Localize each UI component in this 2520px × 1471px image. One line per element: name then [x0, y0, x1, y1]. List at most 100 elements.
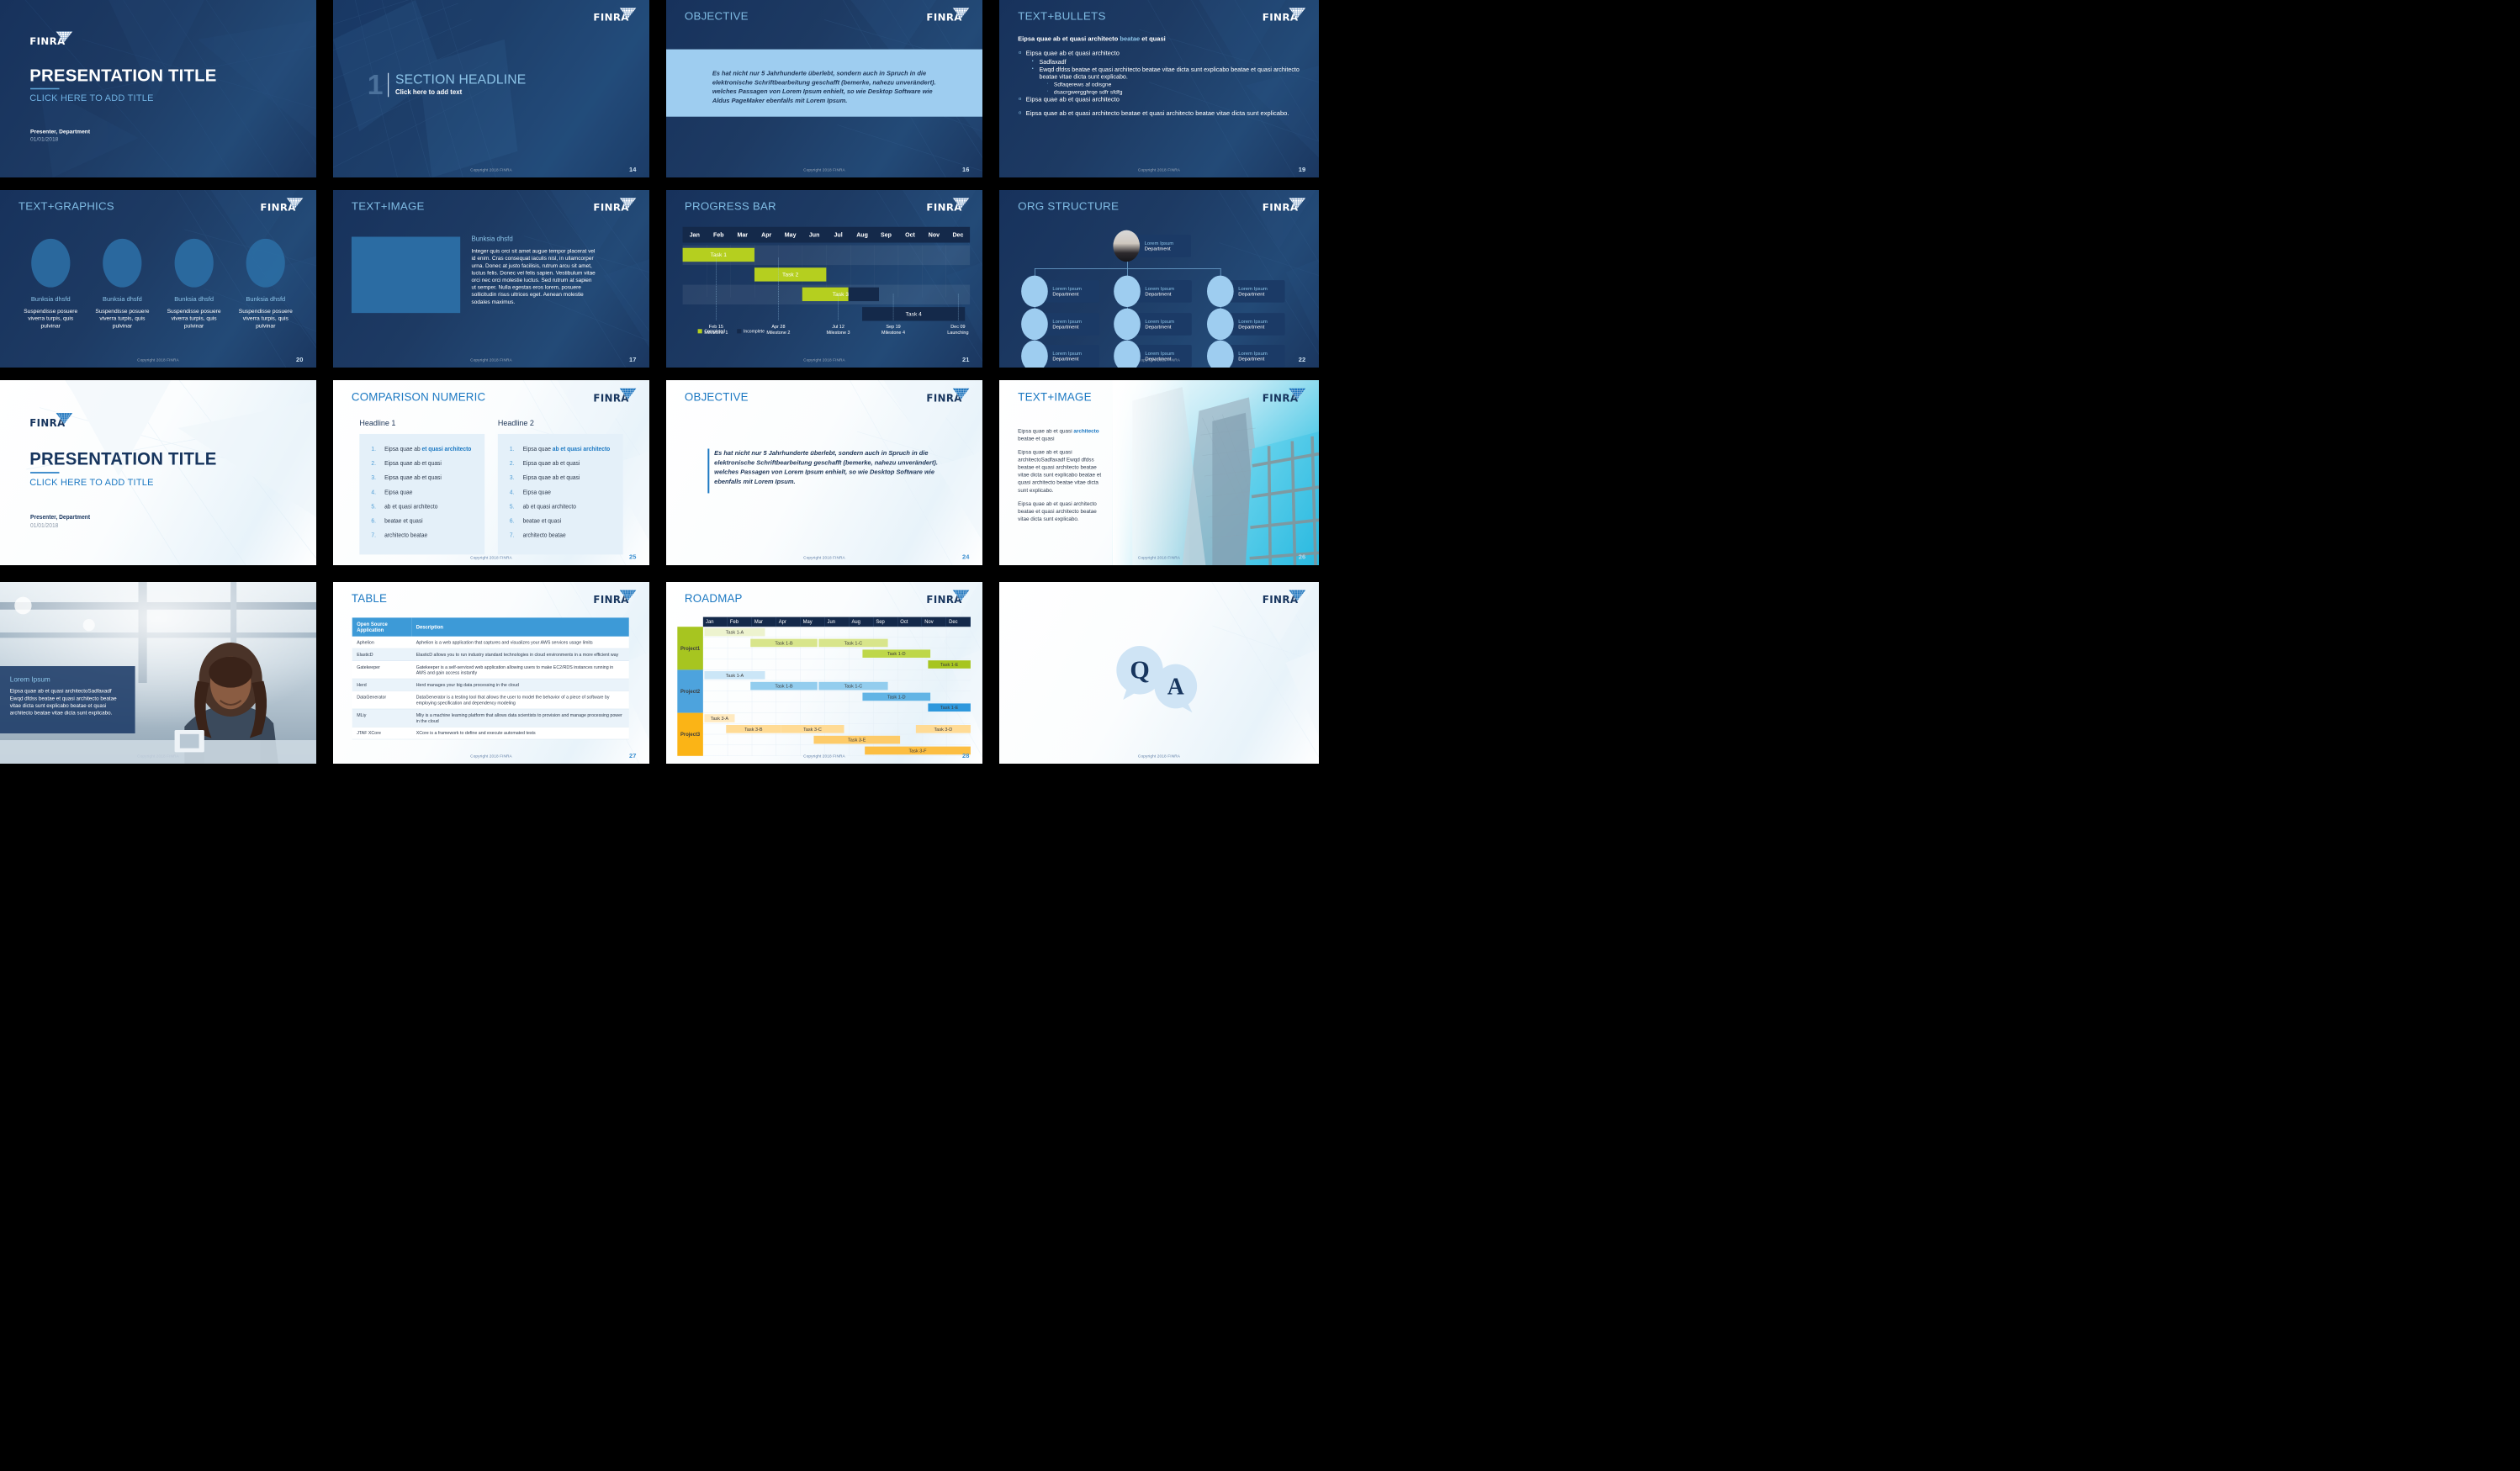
- slide-thumb-section-headline[interactable]: FINRA 1 SECTION HEADLINE Click here to a…: [333, 0, 649, 177]
- slide-thumb-text-image-light[interactable]: FINRA TEXT+IMAGE Eipsa quae ab et quasi …: [999, 380, 1319, 565]
- slide-thumb-photo-caption[interactable]: Lorem Ipsum Eipsa quae ab et quasi archi…: [0, 582, 316, 764]
- column-heading: Headline 1: [359, 418, 396, 428]
- avatar: [1021, 275, 1048, 308]
- roadmap-bar[interactable]: Task 1-C: [818, 638, 888, 648]
- roadmap-bar[interactable]: Task 3-C: [781, 725, 844, 733]
- column-heading: Headline 2: [497, 418, 534, 428]
- roadmap-bar[interactable]: Task 1-B: [750, 638, 818, 648]
- slide-footer: Copyright 2018 FINRA: [470, 357, 512, 362]
- slide-thumb-title-light[interactable]: FINRA PRESENTATION TITLE CLICK HERE TO A…: [0, 380, 316, 565]
- org-card: Lorem Ipsum Department: [1229, 313, 1285, 336]
- item-text: Eipsa quae ab: [384, 445, 422, 452]
- date-label: 01/01/2018: [30, 135, 59, 143]
- milestone-date: Apr 28: [771, 324, 786, 330]
- presenter-label: Presenter, Department: [30, 128, 91, 135]
- table-cell: Herd manages your big data processing in…: [411, 679, 629, 691]
- slide-thumb-objective-light[interactable]: FINRA OBJECTIVE Es hat nicht nur 5 Jahrh…: [666, 380, 982, 565]
- roadmap-bar[interactable]: Task 1-E: [928, 660, 971, 669]
- slide-thumb-progress-bar[interactable]: FINRA PROGRESS BAR Jan Feb Mar Apr May Jun Jul…: [666, 190, 982, 368]
- page-number: 26: [1298, 553, 1306, 561]
- table-cell: Mliy is a machine learning platform that…: [411, 708, 629, 728]
- org-node[interactable]: Lorem Ipsum Department: [1021, 275, 1099, 308]
- slide-thumb-roadmap[interactable]: FINRA ROADMAP Jan Feb Mar Apr May Jun Aug Sep Oc…: [666, 582, 982, 764]
- slide-thumb-text-bullets[interactable]: FINRA TEXT+BULLETS Eipsa quae ab et quas…: [999, 0, 1319, 177]
- bullet-item: Sadfaxadf: [1018, 58, 1300, 66]
- milestone-label: Launching: [947, 330, 969, 336]
- gantt-bar[interactable]: Task 1: [682, 247, 754, 262]
- roadmap-bar[interactable]: Task 1-B: [750, 681, 818, 691]
- roadmap-bar[interactable]: Task 1-D: [862, 692, 931, 701]
- quote-rule: [707, 448, 710, 494]
- date-label: 01/01/2018: [30, 521, 59, 529]
- org-card: Lorem Ipsum Department: [1229, 345, 1285, 368]
- org-node-name: Lorem Ipsum: [1052, 350, 1082, 357]
- legend-incomplete: Incomplete: [737, 329, 765, 334]
- roadmap-bar[interactable]: Task 1-A: [704, 627, 765, 637]
- org-node[interactable]: Lorem Ipsum Department: [1207, 340, 1285, 368]
- image-placeholder[interactable]: [351, 236, 461, 314]
- column-body: Suspendisse posuere viverra turpis, quis…: [238, 308, 293, 330]
- table-row: MLiy Mliy is a machine learning platform …: [352, 708, 629, 728]
- subtitle: CLICK HERE TO ADD TITLE: [29, 476, 154, 488]
- slide-thumb-table[interactable]: FINRA TABLE Open Source Application Descr…: [333, 582, 649, 764]
- roadmap-bar[interactable]: Task 3-D: [915, 725, 971, 733]
- roadmap-gantt-chart: Jan Feb Mar Apr May Jun Aug Sep Oct Nov Dec Project…: [677, 616, 971, 756]
- org-node[interactable]: Lorem Ipsum Department: [1114, 275, 1192, 308]
- org-node[interactable]: Lorem Ipsum Department: [1207, 275, 1285, 308]
- roadmap-bar[interactable]: Task 1-E: [928, 703, 971, 712]
- page-number: 24: [962, 553, 970, 561]
- slide-thumb-text-graphics[interactable]: FINRA TEXT+GRAPHICS Bunksia dhsfd Suspen…: [0, 190, 316, 368]
- org-node[interactable]: Lorem Ipsum Department: [1021, 308, 1099, 341]
- p1-highlight: architecto: [1073, 428, 1099, 434]
- slide-footer: Copyright 2018 FINRA: [803, 554, 845, 560]
- slide-footer: Copyright 2018 FINRA: [1137, 554, 1181, 560]
- roadmap-bar[interactable]: Task 1-A: [704, 671, 765, 680]
- slide-thumb-org-structure[interactable]: FINRA ORG STRUCTURE Lorem Ipsum Departme…: [999, 190, 1319, 368]
- table-cell: Aphelion: [352, 636, 412, 649]
- roadmap-bar[interactable]: Task 1-C: [818, 681, 888, 691]
- p1-text-b: beatae et quasi: [1018, 436, 1055, 442]
- roadmap-bar[interactable]: Task 3-B: [726, 725, 781, 733]
- gantt-bar[interactable]: Task 2: [754, 267, 827, 282]
- org-node[interactable]: Lorem Ipsum Department: [1114, 340, 1192, 368]
- gantt-month-label: Oct: [905, 231, 915, 238]
- org-card: Lorem Ipsum Department: [1043, 280, 1099, 303]
- roadmap-bar[interactable]: Task 3-A: [704, 714, 735, 722]
- graphics-column: Bunksia dhsfd Suspendisse posuere viverr…: [233, 238, 298, 330]
- org-node[interactable]: Lorem Ipsum Department: [1114, 308, 1192, 341]
- list-item: beatae et quasi: [510, 517, 562, 525]
- section-prompt: Click here to add text: [394, 88, 463, 97]
- finra-chevron-icon: [1289, 590, 1306, 601]
- column-heading: Bunksia dhsfd: [174, 295, 214, 304]
- slide-thumb-objective-dark[interactable]: FINRA OBJECTIVE Es hat nicht nur 5 Jahrh…: [666, 0, 982, 177]
- body-text: Eipsa quae ab et quasi architecto beatae…: [1018, 427, 1105, 529]
- org-card: Lorem Ipsum Department: [1136, 313, 1192, 336]
- slide-footer: Copyright 2018 FINRA: [470, 167, 512, 172]
- org-node-root[interactable]: Lorem Ipsum Department: [1113, 230, 1191, 262]
- slide-footer: Copyright 2018 FINRA: [137, 754, 179, 759]
- roadmap-body: Project1 Task 1-A Task 1-B Task 1-C Task 1-D…: [677, 627, 971, 756]
- roadmap-month-label: Jun: [824, 616, 850, 627]
- org-node[interactable]: Lorem Ipsum Department: [1207, 308, 1285, 341]
- list-item: Eipsa quae ab et quasi architecto: [506, 446, 614, 452]
- org-node-name: Lorem Ipsum: [1145, 285, 1175, 292]
- finra-logo: FINRA: [260, 197, 304, 214]
- slide-thumb-text-image-dark[interactable]: FINRA TEXT+IMAGE Bunksia dhsfd Integer q…: [333, 190, 649, 368]
- roadmap-month-label: Apr: [776, 616, 801, 627]
- column-body: Suspendisse posuere viverra turpis, quis…: [167, 308, 221, 330]
- finra-logo: FINRA: [1263, 387, 1306, 405]
- slide-thumb-comparison-numeric[interactable]: FINRA COMPARISON NUMERIC Headline 1 Eips…: [333, 380, 649, 565]
- roadmap-bar[interactable]: Task 1-D: [862, 649, 931, 658]
- table-row: Aphelion Aphelion is a web application th…: [352, 636, 629, 649]
- gantt-bar[interactable]: Task 4: [862, 307, 966, 321]
- finra-logo: FINRA: [926, 589, 970, 606]
- org-node[interactable]: Lorem Ipsum Department: [1021, 340, 1099, 368]
- finra-chevron-icon: [286, 198, 304, 209]
- list-item: ab et quasi architecto: [510, 503, 576, 510]
- roadmap-bar[interactable]: Task 3-E: [813, 735, 901, 744]
- comparison-box: Eipsa quae ab et quasi architecto Eipsa …: [359, 433, 485, 555]
- avatar: [1207, 340, 1234, 368]
- slide-thumb-qa[interactable]: FINRA Q A Copyright 2018 FINRA: [999, 582, 1319, 764]
- caption-body: Eipsa quae ab et quasi architectoSadfaxa…: [9, 688, 117, 717]
- slide-thumb-title-dark[interactable]: FINRA PRESENTATION TITLE CLICK HERE TO A…: [0, 0, 316, 177]
